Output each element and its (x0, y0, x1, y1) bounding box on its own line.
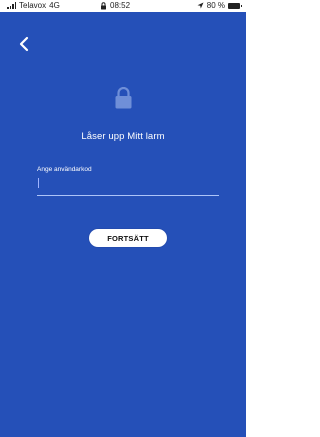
app-screen: Telavox 4G 08:52 80 % Låser upp Mitt lar… (0, 0, 246, 437)
carrier-name: Telavox (19, 1, 47, 10)
status-time: 08:52 (110, 1, 131, 10)
lock-small-icon (101, 1, 106, 9)
location-arrow-icon (197, 2, 204, 9)
user-code-underline (37, 195, 219, 196)
user-code-input[interactable] (38, 178, 39, 188)
status-right: 80 % (197, 1, 242, 10)
lock-icon (115, 87, 132, 109)
network-type: 4G (49, 1, 60, 10)
back-chevron-icon[interactable] (18, 35, 30, 53)
continue-button[interactable]: FORTSÄTT (89, 229, 167, 247)
status-bar: Telavox 4G 08:52 80 % (0, 0, 246, 12)
user-code-label: Ange användarkod (37, 166, 92, 173)
battery-percent: 80 % (206, 1, 225, 10)
screen-title: Låser upp Mitt larm (81, 131, 165, 142)
signal-icon (7, 2, 16, 9)
status-left: Telavox 4G (7, 1, 60, 10)
status-center: 08:52 (100, 1, 130, 10)
battery-icon (228, 2, 242, 9)
